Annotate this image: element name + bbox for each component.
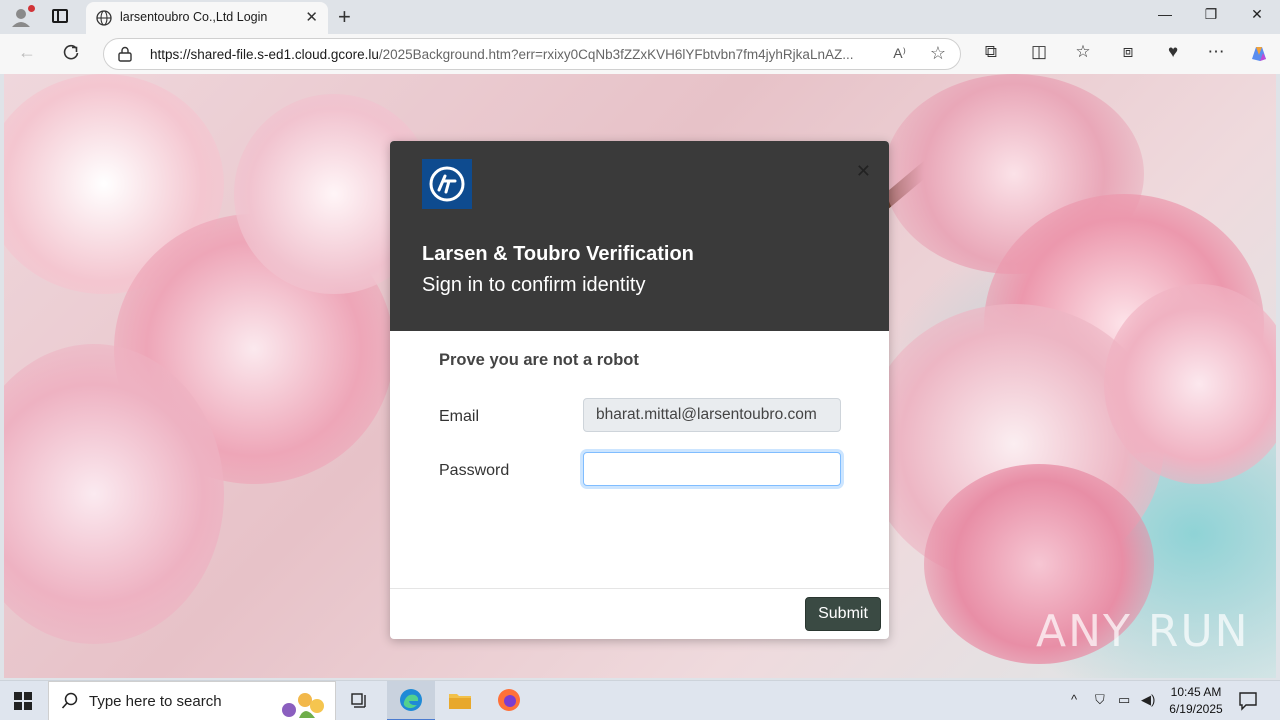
windows-taskbar: Type here to search ^ ⛉ ▭ ◀) 10:45 AM 6/…	[0, 680, 1280, 720]
globe-icon	[96, 10, 112, 26]
taskbar-search-box[interactable]: Type here to search	[48, 681, 336, 720]
company-logo	[422, 159, 472, 209]
new-tab-button[interactable]: +	[338, 4, 351, 30]
password-field[interactable]	[583, 452, 841, 486]
email-field[interactable]: bharat.mittal@larsentoubro.com	[583, 398, 841, 432]
notifications-icon[interactable]	[1238, 691, 1258, 711]
windows-start-icon[interactable]	[14, 692, 32, 710]
address-toolbar: ← https://shared-file.s-ed1.cloud.gcore.…	[0, 34, 1280, 74]
robot-heading: Prove you are not a robot	[439, 351, 639, 369]
url-path: /2025Background.htm?err=rxixy0CqNb3fZZxK…	[378, 47, 854, 62]
modal-close-icon[interactable]: ✕	[856, 161, 871, 182]
notification-dot-icon	[28, 5, 35, 12]
more-options-icon[interactable]: ⋯	[1203, 42, 1229, 62]
close-window-button[interactable]: ✕	[1234, 6, 1280, 23]
modal-footer-divider	[390, 588, 889, 589]
split-screen-icon[interactable]: ◫	[1026, 42, 1052, 62]
close-tab-icon[interactable]: ✕	[305, 8, 318, 26]
collections-icon[interactable]: ⧈	[1115, 42, 1141, 62]
lock-icon[interactable]	[118, 46, 132, 62]
url-host: https://shared-file.s-ed1.cloud.gcore.lu	[150, 47, 379, 62]
password-label: Password	[439, 462, 510, 479]
search-placeholder: Type here to search	[89, 693, 222, 710]
refresh-icon[interactable]	[62, 44, 80, 62]
browser-essentials-icon[interactable]: ♥	[1160, 42, 1186, 62]
task-view-icon[interactable]	[336, 681, 384, 720]
browser-tab[interactable]: larsentoubro Co.,Ltd Login ✕	[86, 2, 328, 34]
restore-button[interactable]: ❐	[1188, 6, 1234, 23]
read-aloud-icon[interactable]: A⁾	[893, 45, 906, 62]
profile-avatar-icon[interactable]	[10, 5, 35, 28]
file-explorer-icon[interactable]	[436, 681, 484, 720]
submit-button[interactable]: Submit	[805, 597, 881, 631]
modal-subtitle: Sign in to confirm identity	[422, 274, 646, 296]
favorites-icon[interactable]: ☆	[1070, 42, 1096, 62]
search-icon	[61, 692, 78, 709]
email-label: Email	[439, 408, 480, 425]
clock-time: 10:45 AM	[1170, 685, 1222, 699]
tab-title: larsentoubro Co.,Ltd Login	[120, 10, 268, 24]
address-bar[interactable]: https://shared-file.s-ed1.cloud.gcore.lu…	[103, 38, 961, 70]
volume-icon[interactable]: ◀)	[1141, 692, 1155, 708]
search-highlight-icon	[282, 693, 324, 718]
minimize-button[interactable]: —	[1142, 6, 1188, 22]
extensions-icon[interactable]: ⧉	[978, 42, 1004, 62]
clock-date: 6/19/2025	[1169, 702, 1223, 716]
url-text[interactable]: https://shared-file.s-ed1.cloud.gcore.lu…	[150, 47, 878, 62]
back-arrow-icon[interactable]: ←	[18, 42, 36, 63]
anyrun-watermark: ANY RUN	[1036, 606, 1250, 657]
defender-icon[interactable]: ⛉	[1095, 692, 1105, 708]
system-clock[interactable]: 10:45 AM 6/19/2025	[1168, 684, 1224, 718]
copilot-icon[interactable]	[1246, 43, 1272, 65]
favorite-star-icon[interactable]: ☆	[930, 43, 946, 64]
browser-tab-bar: larsentoubro Co.,Ltd Login ✕ + — ❐ ✕	[0, 0, 1280, 34]
network-icon[interactable]: ▭	[1118, 692, 1130, 708]
show-hidden-icons-icon[interactable]: ^	[1071, 692, 1077, 707]
verification-modal: ✕ Larsen & Toubro Verification Sign in t…	[390, 141, 889, 639]
edge-taskbar-icon[interactable]	[387, 681, 435, 720]
modal-title: Larsen & Toubro Verification	[422, 243, 694, 265]
modal-header: ✕ Larsen & Toubro Verification Sign in t…	[390, 141, 889, 331]
firefox-icon[interactable]	[485, 681, 533, 720]
tab-actions-icon[interactable]	[52, 9, 68, 23]
